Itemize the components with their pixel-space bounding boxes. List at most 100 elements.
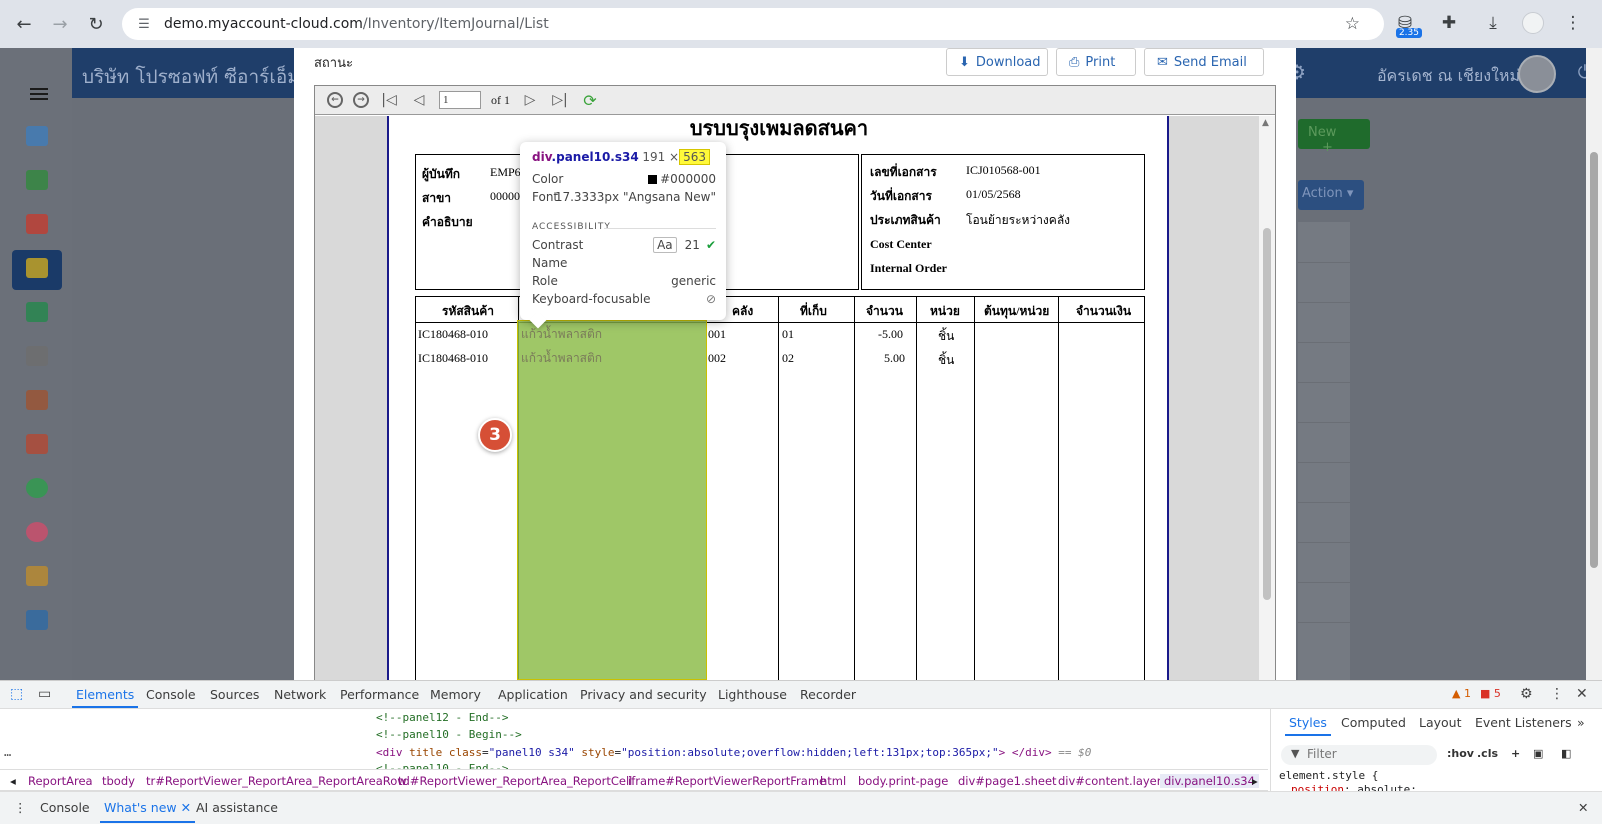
forward-icon[interactable]: →	[44, 8, 76, 40]
paint-icon[interactable]: ▣	[1533, 747, 1543, 760]
selected-dom-node[interactable]: <div title class="panel10 s34" style="po…	[0, 745, 1268, 761]
breadcrumb-right-arrow[interactable]: ▸	[1252, 774, 1258, 788]
send-email-button[interactable]: ✉ Send Email	[1144, 48, 1264, 76]
extensions-puzzle-icon[interactable]: ✚	[1434, 8, 1464, 38]
tooltip-dimensions: 191 × 563	[642, 149, 710, 165]
drawer-tab-ai-assistance[interactable]: AI assistance	[196, 800, 278, 815]
tab-sources[interactable]: Sources	[210, 687, 259, 702]
tab-privacy[interactable]: Privacy and security	[580, 687, 707, 702]
back-icon[interactable]: ←	[8, 8, 40, 40]
sidebar-person-icon[interactable]	[26, 434, 48, 454]
tab-console[interactable]: Console	[146, 687, 196, 702]
drawer-tab-console[interactable]: Console	[40, 800, 90, 815]
tab-styles[interactable]: Styles	[1285, 715, 1331, 736]
bookmark-star-icon[interactable]: ☆	[1345, 14, 1360, 34]
device-toolbar-icon[interactable]: ▭	[38, 686, 51, 702]
header-right-box: เลขที่เอกสาร ICJ010568-001 วันที่เอกสาร …	[861, 154, 1145, 290]
dom-comment[interactable]: <!--panel12 - End-->	[376, 711, 508, 724]
tab-recorder[interactable]: Recorder	[800, 687, 856, 702]
sidebar-dashboard-icon[interactable]	[26, 126, 48, 146]
page-scrollbar[interactable]	[1586, 48, 1602, 680]
cls-toggle[interactable]: .cls	[1477, 747, 1498, 760]
sidebar-search-icon[interactable]	[26, 610, 48, 630]
new-button[interactable]: New +	[1298, 119, 1370, 155]
doc-no-label: เลขที่เอกสาร	[870, 165, 937, 179]
first-page-icon[interactable]: |◁	[379, 90, 399, 110]
breadcrumb-item-selected[interactable]: div.panel10.s34	[1160, 774, 1259, 788]
reload-icon[interactable]: ↻	[80, 8, 112, 40]
more-dots-icon[interactable]: …	[4, 745, 11, 759]
breadcrumb-item[interactable]: tr#ReportViewer_ReportArea_ReportAreaRow	[146, 774, 407, 788]
downloads-icon[interactable]: ⤓	[1478, 8, 1508, 38]
profile-avatar[interactable]	[1522, 12, 1544, 34]
download-icon: ⬇	[959, 54, 970, 70]
email-icon: ✉	[1157, 54, 1168, 70]
sidebar-wallet-icon[interactable]	[26, 390, 48, 410]
sidebar-transfer-icon[interactable]	[26, 566, 48, 586]
inspect-element-icon[interactable]: ⬚	[10, 686, 23, 702]
sidebar-cart-icon[interactable]	[26, 214, 48, 234]
close-devtools-icon[interactable]: ✕	[1576, 686, 1588, 702]
download-button[interactable]: ⬇ Download	[946, 48, 1048, 76]
menu-kebab-icon[interactable]: ⋮	[1558, 8, 1588, 38]
dom-comment[interactable]: <!--panel10 - Begin-->	[376, 728, 522, 741]
breadcrumb-item[interactable]: body.print-page	[858, 774, 948, 788]
recorder-value: EMP6	[490, 165, 521, 179]
drawer-menu-icon[interactable]: ⋮	[14, 800, 27, 815]
col-unit: หน่วย	[930, 304, 960, 318]
viewer-scrollbar[interactable]: ▲	[1259, 116, 1275, 680]
tab-network[interactable]: Network	[274, 687, 326, 702]
sidebar-toggle-icon[interactable]: ◧	[1561, 747, 1571, 760]
breadcrumb-item[interactable]: html	[820, 774, 846, 788]
next-page-icon[interactable]: ▷	[520, 90, 540, 110]
sidebar-box-icon[interactable]	[26, 258, 48, 278]
tab-performance[interactable]: Performance	[340, 687, 419, 702]
breadcrumb-item[interactable]: td#ReportViewer_ReportArea_ReportCell	[398, 774, 632, 788]
page-number-input[interactable]	[439, 91, 481, 109]
sidebar-book-icon[interactable]	[26, 302, 48, 322]
sidebar-check-icon[interactable]	[26, 478, 48, 498]
dom-comment[interactable]: <!--panel10 - End-->	[376, 762, 508, 769]
action-button[interactable]: Action ▾	[1298, 180, 1364, 210]
hov-toggle[interactable]: :hov	[1447, 747, 1474, 760]
extension-icon[interactable]: ⛁ 2.35	[1390, 8, 1422, 38]
last-page-icon[interactable]: ▷|	[550, 90, 570, 110]
refresh-icon[interactable]: ⟳	[580, 90, 600, 110]
close-drawer-icon[interactable]: ✕	[1578, 800, 1588, 815]
breadcrumb: ◂ ReportArea tbody tr#ReportViewer_Repor…	[0, 769, 1268, 791]
new-rule-icon[interactable]: +	[1511, 747, 1520, 760]
sidebar-bank-icon[interactable]	[26, 346, 48, 366]
site-info-icon[interactable]: ☰	[134, 14, 154, 34]
tab-computed[interactable]: Computed	[1341, 715, 1406, 730]
col-qty: จำนวน	[866, 304, 903, 318]
breadcrumb-item[interactable]: div#page1.sheet	[958, 774, 1057, 788]
previous-page-icon[interactable]: ◁	[409, 90, 429, 110]
breadcrumb-left-arrow[interactable]: ◂	[10, 774, 16, 788]
back-circle-icon[interactable]: ←	[327, 92, 343, 108]
styles-filter-input[interactable]: ▼ Filter	[1281, 745, 1437, 765]
breadcrumb-item[interactable]: tbody	[102, 774, 135, 788]
hamburger-icon[interactable]	[30, 88, 48, 90]
drawer-tab-whats-new[interactable]: What's new ✕	[99, 800, 196, 823]
sidebar-pie-icon[interactable]	[26, 522, 48, 542]
element-style-rule[interactable]: element.style {	[1279, 769, 1378, 782]
sidebar-money-icon[interactable]	[26, 170, 48, 190]
print-button[interactable]: ⎙ Print	[1056, 48, 1136, 76]
breadcrumb-item[interactable]: div#content.layer	[1058, 774, 1161, 788]
settings-gear-icon[interactable]: ⚙	[1520, 686, 1533, 702]
more-tabs-icon[interactable]: »	[1577, 715, 1585, 730]
tab-elements[interactable]: Elements	[71, 687, 139, 708]
devtools-menu-icon[interactable]: ⋮	[1550, 686, 1564, 702]
breadcrumb-item[interactable]: iframe#ReportViewerReportFrame	[628, 774, 826, 788]
error-count[interactable]: ■ 5	[1480, 687, 1501, 700]
avatar[interactable]	[1518, 55, 1556, 93]
tab-event-listeners[interactable]: Event Listeners	[1475, 715, 1572, 730]
tab-memory[interactable]: Memory	[430, 687, 481, 702]
breadcrumb-item[interactable]: ReportArea	[28, 774, 93, 788]
forward-circle-icon[interactable]: →	[353, 92, 369, 108]
tab-layout[interactable]: Layout	[1419, 715, 1462, 730]
tab-application[interactable]: Application	[498, 687, 568, 702]
warning-count[interactable]: ▲ 1	[1452, 687, 1471, 700]
address-bar[interactable]: ☰ demo.myaccount-cloud.com/Inventory/Ite…	[122, 8, 1384, 40]
tab-lighthouse[interactable]: Lighthouse	[718, 687, 787, 702]
